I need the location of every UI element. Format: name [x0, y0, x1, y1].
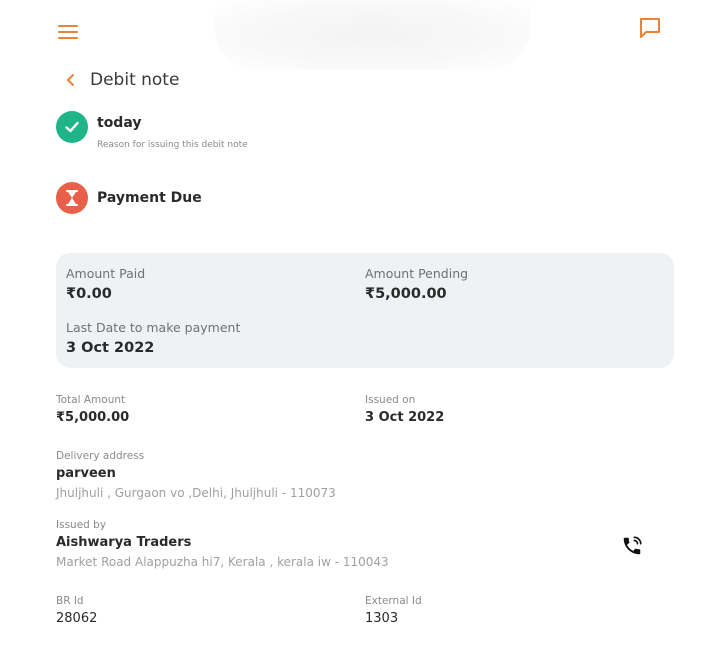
delivery-address: Delivery address parveen Jhuljhuli , Gur…: [56, 450, 336, 500]
status-title: today: [97, 115, 142, 131]
issued-by-address: Market Road Alappuzha hi7, Kerala , kera…: [56, 555, 389, 569]
issued-by-label: Issued by: [56, 519, 107, 531]
amount-pending-value: ₹5,000.00: [365, 286, 447, 302]
page-header: Debit note: [66, 70, 179, 90]
chevron-left-icon[interactable]: [66, 70, 80, 90]
amount-paid-label: Amount Paid: [66, 266, 146, 281]
last-date-value: 3 Oct 2022: [66, 340, 155, 356]
last-payment-date: Last Date to make payment 3 Oct 2022: [66, 320, 240, 356]
phone-call-icon[interactable]: [621, 535, 643, 557]
delivery-address-label: Delivery address: [56, 450, 145, 462]
status-subtitle: Reason for issuing this debit note: [97, 140, 248, 150]
external-id-value: 1303: [365, 611, 399, 626]
amount-paid-value: ₹0.00: [66, 286, 112, 302]
chat-icon[interactable]: [638, 16, 662, 40]
amount-card: Amount Paid ₹0.00 Amount Pending ₹5,000.…: [56, 253, 674, 368]
hourglass-icon: [56, 182, 88, 214]
issued-on-label: Issued on: [365, 394, 416, 406]
header-backdrop: [215, 0, 530, 70]
br-id-label: BR Id: [56, 595, 84, 607]
issued-on: Issued on 3 Oct 2022: [365, 394, 444, 425]
external-id: External Id 1303: [365, 595, 422, 626]
status-reason: today Reason for issuing this debit note: [56, 111, 248, 150]
check-icon: [56, 111, 88, 143]
issued-by-name: Aishwarya Traders: [56, 535, 192, 550]
total-amount-label: Total Amount: [56, 394, 126, 406]
status-title: Payment Due: [97, 190, 202, 206]
external-id-label: External Id: [365, 595, 422, 607]
page-title: Debit note: [90, 70, 180, 90]
delivery-address-text: Jhuljhuli , Gurgaon vo ,Delhi, Jhuljhuli…: [56, 486, 336, 500]
last-date-label: Last Date to make payment: [66, 320, 241, 335]
issued-on-value: 3 Oct 2022: [365, 410, 445, 425]
br-id-value: 28062: [56, 611, 98, 626]
status-payment: Payment Due: [56, 182, 202, 214]
amount-pending: Amount Pending ₹5,000.00: [365, 266, 468, 302]
hamburger-icon[interactable]: [58, 25, 78, 39]
total-amount: Total Amount ₹5,000.00: [56, 394, 129, 425]
total-amount-value: ₹5,000.00: [56, 410, 130, 425]
issued-by: Issued by Aishwarya Traders Market Road …: [56, 519, 389, 569]
amount-pending-label: Amount Pending: [365, 266, 469, 281]
amount-paid: Amount Paid ₹0.00: [66, 266, 145, 302]
delivery-name: parveen: [56, 466, 116, 481]
br-id: BR Id 28062: [56, 595, 97, 626]
